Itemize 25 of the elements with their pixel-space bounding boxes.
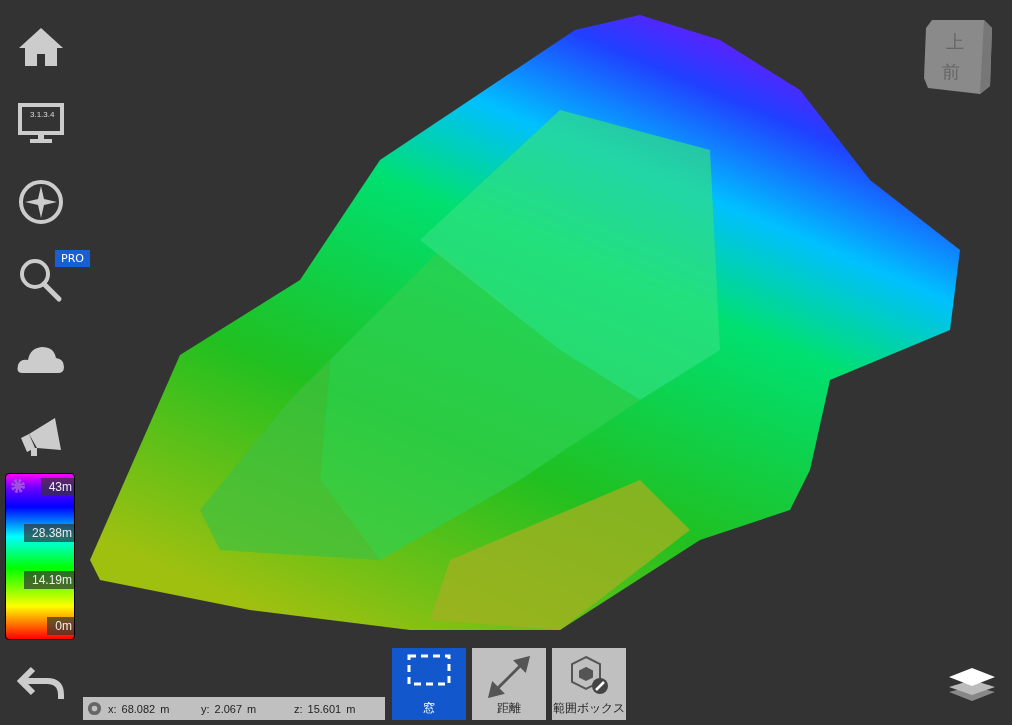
tool-button[interactable]: 窓 xyxy=(392,648,466,720)
monitor-icon[interactable] xyxy=(18,103,64,145)
scale-label: 43m xyxy=(40,478,74,496)
unit-label: m xyxy=(160,702,170,715)
scale-label: 14.19m xyxy=(23,570,74,589)
unit-label: m xyxy=(346,702,356,715)
coordinate-value: 2.067 xyxy=(214,702,243,715)
pro-badge: PRO xyxy=(55,250,90,267)
version-text: 3.1.3.4 xyxy=(30,110,55,119)
cube-edit-icon xyxy=(568,654,610,696)
axis-label: z: xyxy=(294,702,303,715)
diagonal-arrow-icon xyxy=(486,654,532,700)
tool-button[interactable]: 範囲ボックス xyxy=(552,648,626,720)
tool-button[interactable]: 距離 xyxy=(472,648,546,720)
coordinate-value: 68.082 xyxy=(121,702,156,715)
compass-icon[interactable] xyxy=(18,179,64,225)
axis-label: y: xyxy=(201,702,210,715)
scale-label: 28.38m xyxy=(23,524,74,543)
coordinate-value: 15.601 xyxy=(307,702,342,715)
unit-label: m xyxy=(247,702,257,715)
view-cube[interactable] xyxy=(924,20,992,94)
home-icon[interactable] xyxy=(17,26,65,66)
axis-label: x: xyxy=(108,702,117,715)
scale-label: 0m xyxy=(47,617,74,635)
dashed-rectangle-icon xyxy=(407,654,451,686)
